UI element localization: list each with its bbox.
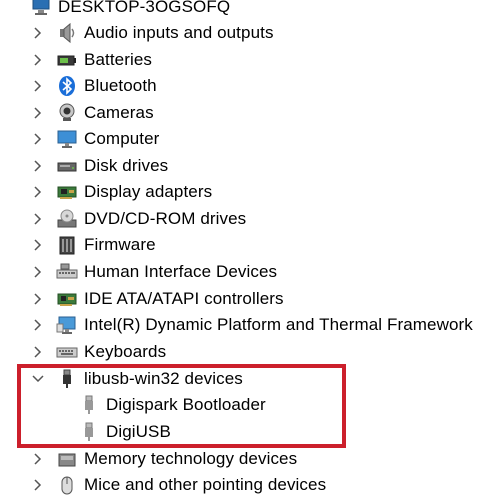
display-adapter-icon <box>56 181 78 203</box>
chevron-right-icon[interactable] <box>32 80 44 92</box>
tree-item-display-adapters[interactable]: Display adapters <box>0 179 212 205</box>
chevron-right-icon[interactable] <box>32 107 44 119</box>
chevron-right-icon[interactable] <box>32 133 44 145</box>
tree-item-label: IDE ATA/ATAPI controllers <box>84 289 284 308</box>
hid-icon <box>56 261 78 283</box>
chevron-right-icon[interactable] <box>32 293 44 305</box>
chevron-right-icon[interactable] <box>32 54 44 66</box>
tree-item-disk-drives[interactable]: Disk drives <box>0 153 168 179</box>
computer-root-icon <box>30 0 52 18</box>
tree-item-label: Display adapters <box>84 182 213 201</box>
tree-item-label: libusb-win32 devices <box>84 369 243 388</box>
computer-name-label: DESKTOP-3OGSOFQ <box>58 0 231 16</box>
tree-item-label: Firmware <box>84 235 156 254</box>
chevron-right-icon[interactable] <box>32 319 44 331</box>
chevron-right-icon[interactable] <box>32 186 44 198</box>
tree-item-libusb-win32-devices[interactable]: libusb-win32 devices <box>0 366 243 392</box>
tree-item-label: DigiUSB <box>106 422 171 441</box>
tree-item-bluetooth[interactable]: Bluetooth <box>0 73 157 99</box>
tree-item-label: Disk drives <box>84 156 169 175</box>
speaker-icon <box>56 22 78 44</box>
tree-item-cameras[interactable]: Cameras <box>0 100 154 126</box>
tree-item-digispark-bootloader[interactable]: Digispark Bootloader <box>0 392 266 418</box>
chevron-right-icon[interactable] <box>32 266 44 278</box>
tree-item-computer[interactable]: Computer <box>0 126 159 152</box>
monitor-icon <box>56 128 78 150</box>
tree-item-label: Keyboards <box>84 342 167 361</box>
chevron-right-icon[interactable] <box>32 479 44 491</box>
chevron-right-icon[interactable] <box>32 453 44 465</box>
usb-device-icon <box>78 394 100 416</box>
tree-root-computer[interactable]: DESKTOP-3OGSOFQ <box>0 0 230 20</box>
tree-item-mice-and-other-pointing-devices[interactable]: Mice and other pointing devices <box>0 472 326 498</box>
chevron-right-icon[interactable] <box>32 239 44 251</box>
thermal-framework-icon <box>56 314 78 336</box>
bluetooth-icon <box>56 75 78 97</box>
usb-device-icon <box>78 421 100 443</box>
chevron-right-icon[interactable] <box>32 346 44 358</box>
tree-item-ide-ata-atapi-controllers[interactable]: IDE ATA/ATAPI controllers <box>0 286 284 312</box>
tree-item-label: Mice and other pointing devices <box>84 475 327 494</box>
tree-item-label: Memory technology devices <box>84 449 298 468</box>
chevron-right-icon[interactable] <box>32 213 44 225</box>
tree-item-label: Digispark Bootloader <box>106 395 266 414</box>
tree-item-keyboards[interactable]: Keyboards <box>0 339 166 365</box>
camera-icon <box>56 102 78 124</box>
chevron-right-icon[interactable] <box>32 160 44 172</box>
memory-device-icon <box>56 448 78 470</box>
tree-item-audio-inputs-and-outputs[interactable]: Audio inputs and outputs <box>0 20 274 46</box>
disk-drive-icon <box>56 155 78 177</box>
firmware-icon <box>56 234 78 256</box>
chevron-down-icon[interactable] <box>32 373 44 385</box>
tree-item-firmware[interactable]: Firmware <box>0 232 156 258</box>
tree-item-label: Human Interface Devices <box>84 262 278 281</box>
tree-item-intel-dynamic-platform-and-thermal-framework[interactable]: Intel(R) Dynamic Platform and Thermal Fr… <box>0 312 473 338</box>
chevron-right-icon[interactable] <box>32 27 44 39</box>
tree-item-label: Bluetooth <box>84 76 157 95</box>
tree-item-digiusb[interactable]: DigiUSB <box>0 419 171 445</box>
tree-item-label: Cameras <box>84 103 154 122</box>
tree-item-label: DVD/CD-ROM drives <box>84 209 247 228</box>
tree-item-label: Audio inputs and outputs <box>84 23 274 42</box>
mouse-icon <box>56 474 78 496</box>
tree-item-human-interface-devices[interactable]: Human Interface Devices <box>0 259 277 285</box>
battery-icon <box>56 49 78 71</box>
tree-item-label: Intel(R) Dynamic Platform and Thermal Fr… <box>84 315 473 334</box>
tree-item-dvd-cd-rom-drives[interactable]: DVD/CD-ROM drives <box>0 206 246 232</box>
ide-controller-icon <box>56 288 78 310</box>
tree-item-label: Computer <box>84 129 160 148</box>
device-manager-tree: DESKTOP-3OGSOFQ Audio inputs and outputs <box>0 0 500 500</box>
keyboard-icon <box>56 341 78 363</box>
dvd-drive-icon <box>56 208 78 230</box>
tree-item-batteries[interactable]: Batteries <box>0 47 152 73</box>
usb-plug-icon <box>56 368 78 390</box>
tree-item-memory-technology-devices[interactable]: Memory technology devices <box>0 446 297 472</box>
tree-item-label: Batteries <box>84 50 152 69</box>
